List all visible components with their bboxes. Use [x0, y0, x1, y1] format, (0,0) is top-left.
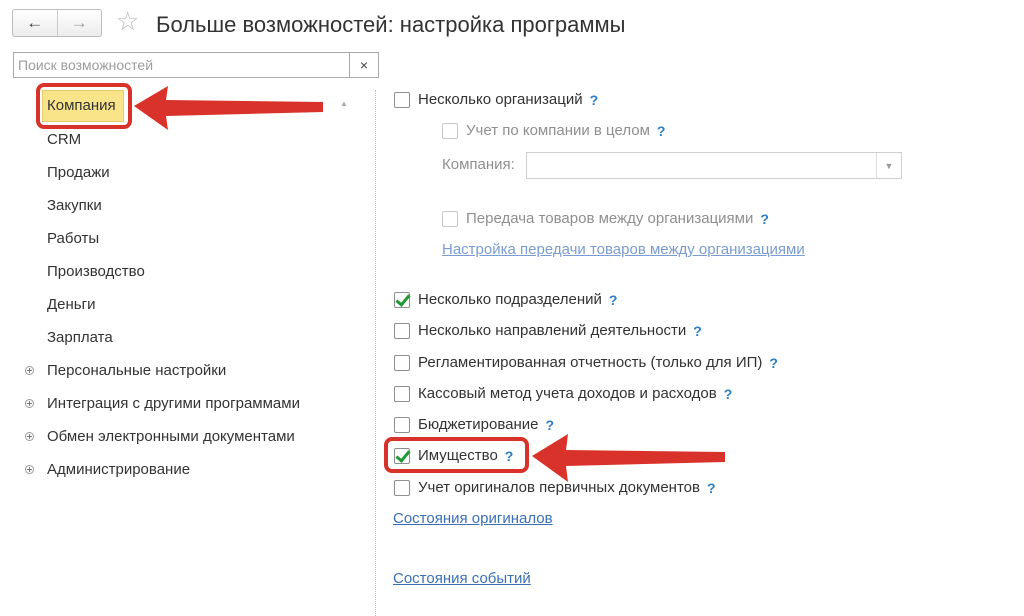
annotation-arrow-property [532, 434, 725, 482]
